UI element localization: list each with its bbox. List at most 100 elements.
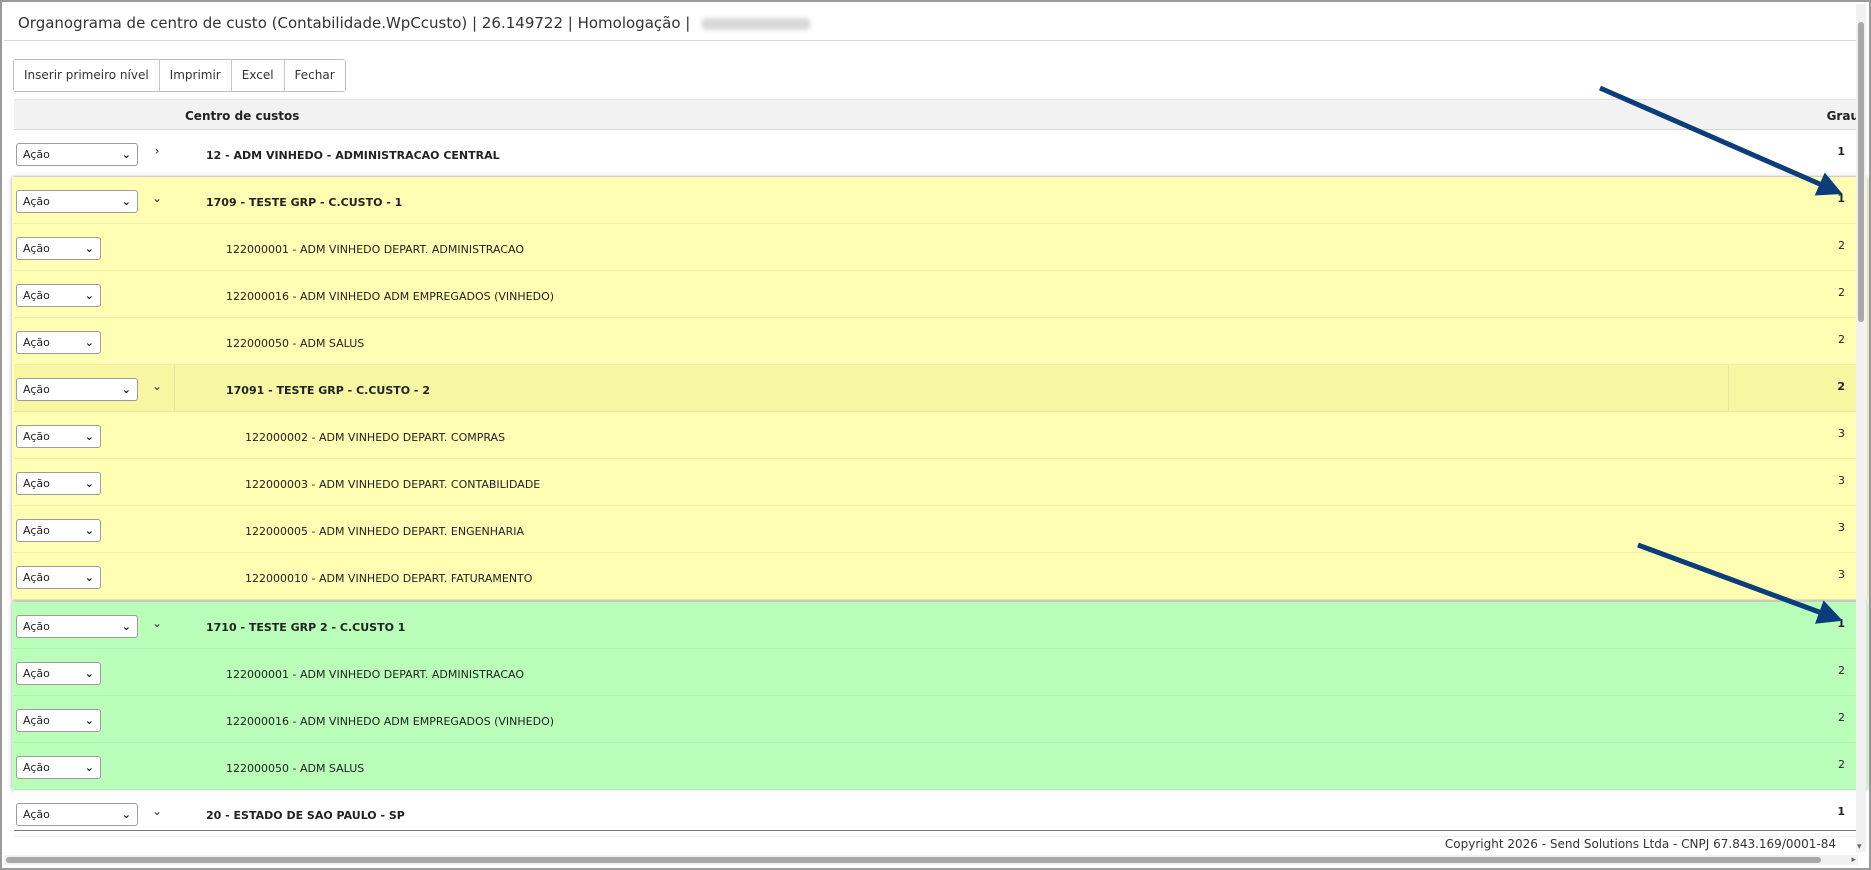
horizontal-scrollbar[interactable]: ▸ [4, 855, 1858, 865]
action-select[interactable]: Ação ⌄ [16, 803, 138, 826]
action-select[interactable]: Ação ⌄ [16, 519, 101, 542]
close-button[interactable]: Fechar [284, 60, 345, 91]
cost-center-name: 20 - ESTADO DE SAO PAULO - SP [206, 809, 405, 822]
table-row: Ação ⌄ 122000010 - ADM VINHEDO DEPART. FA… [14, 553, 1859, 600]
table-row: Ação ⌄ 122000002 - ADM VINHEDO DEPART. CO… [14, 412, 1859, 459]
action-select[interactable]: Ação ⌄ [16, 378, 138, 401]
table-row: Ação ⌄ 122000003 - ADM VINHEDO DEPART. CO… [14, 459, 1859, 506]
cost-center-name: 122000050 - ADM SALUS [226, 762, 365, 775]
table-row: Ação ⌄ 122000016 - ADM VINHEDO ADM EMPREG… [14, 696, 1859, 743]
action-select[interactable]: Ação ⌄ [16, 756, 101, 779]
grau-value: 2 [1837, 380, 1845, 393]
grau-value: 1 [1837, 192, 1845, 205]
chevron-down-icon: ⌄ [84, 761, 94, 774]
action-select[interactable]: Ação ⌄ [16, 190, 138, 213]
table-row: Ação ⌄ ⌄ 1709 - TESTE GRP - C.CUSTO - 1 1 [14, 177, 1859, 224]
action-select-value: Ação [23, 383, 50, 396]
table-row: Ação ⌄ 122000005 - ADM VINHEDO DEPART. EN… [14, 506, 1859, 553]
table-row: Ação ⌄ 122000050 - ADM SALUS 2 [14, 743, 1859, 790]
chevron-down-icon: ⌄ [84, 242, 94, 255]
grau-value: 3 [1838, 521, 1845, 534]
grau-value: 1 [1837, 805, 1845, 818]
action-select[interactable]: Ação ⌄ [16, 143, 138, 166]
chevron-down-icon: ⌄ [84, 430, 94, 443]
action-select[interactable]: Ação ⌄ [16, 472, 101, 495]
chevron-down-icon: ⌄ [84, 714, 94, 727]
cost-center-name: 122000016 - ADM VINHEDO ADM EMPREGADOS (… [226, 290, 555, 303]
footer-divider [14, 830, 1859, 831]
expand-toggle[interactable]: › [150, 144, 164, 158]
chevron-down-icon: ⌄ [84, 336, 94, 349]
grau-value: 3 [1838, 427, 1845, 440]
action-select[interactable]: Ação ⌄ [16, 566, 101, 589]
chevron-down-icon: ⌄ [121, 808, 131, 821]
chevron-down-icon: ⌄ [84, 571, 94, 584]
vertical-scrollbar[interactable]: ▾ [1856, 4, 1866, 852]
chevron-down-icon: ⌄ [121, 195, 131, 208]
cost-center-name: 12 - ADM VINHEDO - ADMINISTRACAO CENTRAL [206, 149, 500, 162]
table-row: Ação ⌄ 122000050 - ADM SALUS 2 [14, 318, 1859, 365]
grau-value: 2 [1838, 664, 1845, 677]
grau-value: 3 [1838, 474, 1845, 487]
chevron-down-icon: ⌄ [121, 620, 131, 633]
grau-value: 1 [1837, 617, 1845, 630]
action-select-value: Ação [23, 620, 50, 633]
grau-value: 2 [1838, 333, 1845, 346]
action-select[interactable]: Ação ⌄ [16, 331, 101, 354]
insert-first-level-button[interactable]: Inserir primeiro nível [14, 60, 160, 91]
action-select-value: Ação [23, 336, 50, 349]
collapse-toggle[interactable]: ⌄ [150, 616, 164, 630]
action-select[interactable]: Ação ⌄ [16, 237, 101, 260]
print-button[interactable]: Imprimir [159, 60, 232, 91]
table-row: Ação ⌄ 122000001 - ADM VINHEDO DEPART. AD… [14, 649, 1859, 696]
grau-value: 2 [1838, 711, 1845, 724]
collapse-toggle[interactable]: ⌄ [150, 379, 164, 393]
excel-button[interactable]: Excel [231, 60, 285, 91]
action-select[interactable]: Ação ⌄ [16, 709, 101, 732]
action-select[interactable]: Ação ⌄ [16, 425, 101, 448]
column-header-cost-centers: Centro de custos [185, 109, 300, 123]
copyright-text: Copyright 2026 - Send Solutions Ltda - C… [1444, 837, 1836, 851]
table-row: Ação ⌄ › 12 - ADM VINHEDO - ADMINISTRACAO… [14, 130, 1859, 177]
cost-center-name: 122000001 - ADM VINHEDO DEPART. ADMINIST… [226, 243, 525, 256]
collapse-toggle[interactable]: ⌄ [150, 191, 164, 205]
chevron-down-icon: ⌄ [121, 148, 131, 161]
column-divider [174, 365, 175, 411]
cost-center-name: 122000050 - ADM SALUS [226, 337, 365, 350]
scroll-right-arrow-icon[interactable]: ▸ [1851, 855, 1856, 865]
action-select-value: Ação [23, 714, 50, 727]
cost-center-name: 122000010 - ADM VINHEDO DEPART. FATURAME… [245, 572, 533, 585]
action-select-value: Ação [23, 477, 50, 490]
vertical-scrollbar-thumb[interactable] [1858, 22, 1864, 322]
chevron-down-icon: ⌄ [84, 524, 94, 537]
grau-value: 2 [1838, 286, 1845, 299]
grau-value: 1 [1837, 145, 1845, 158]
cost-center-name: 1709 - TESTE GRP - C.CUSTO - 1 [206, 196, 403, 209]
cost-center-name: 17091 - TESTE GRP - C.CUSTO - 2 [226, 384, 430, 397]
action-select-value: Ação [23, 242, 50, 255]
cost-center-name: 122000003 - ADM VINHEDO DEPART. CONTABIL… [245, 478, 541, 491]
column-divider [1728, 365, 1729, 411]
chevron-down-icon: ⌄ [84, 289, 94, 302]
grau-value: 3 [1838, 568, 1845, 581]
toolbar: Inserir primeiro nível Imprimir Excel Fe… [13, 59, 346, 92]
action-select-value: Ação [23, 289, 50, 302]
column-header-grau: Grau [1826, 109, 1859, 123]
chevron-down-icon: ⌄ [84, 667, 94, 680]
action-select[interactable]: Ação ⌄ [16, 615, 138, 638]
scroll-down-arrow-icon[interactable]: ▾ [1857, 842, 1862, 852]
action-select[interactable]: Ação ⌄ [16, 662, 101, 685]
chevron-down-icon: ⌄ [121, 383, 131, 396]
collapse-toggle[interactable]: ⌄ [150, 804, 164, 818]
action-select[interactable]: Ação ⌄ [16, 284, 101, 307]
horizontal-scrollbar-thumb[interactable] [6, 857, 1821, 863]
redacted-user-info [701, 17, 812, 30]
cost-center-name: 122000016 - ADM VINHEDO ADM EMPREGADOS (… [226, 715, 555, 728]
action-select-value: Ação [23, 571, 50, 584]
cost-center-name: 122000005 - ADM VINHEDO DEPART. ENGENHAR… [245, 525, 524, 538]
grau-value: 2 [1838, 239, 1845, 252]
title-bar: Organograma de centro de custo (Contabil… [4, 4, 1866, 41]
cost-center-name: 122000002 - ADM VINHEDO DEPART. COMPRAS [245, 431, 506, 444]
action-select-value: Ação [23, 148, 50, 161]
action-select-value: Ação [23, 430, 50, 443]
